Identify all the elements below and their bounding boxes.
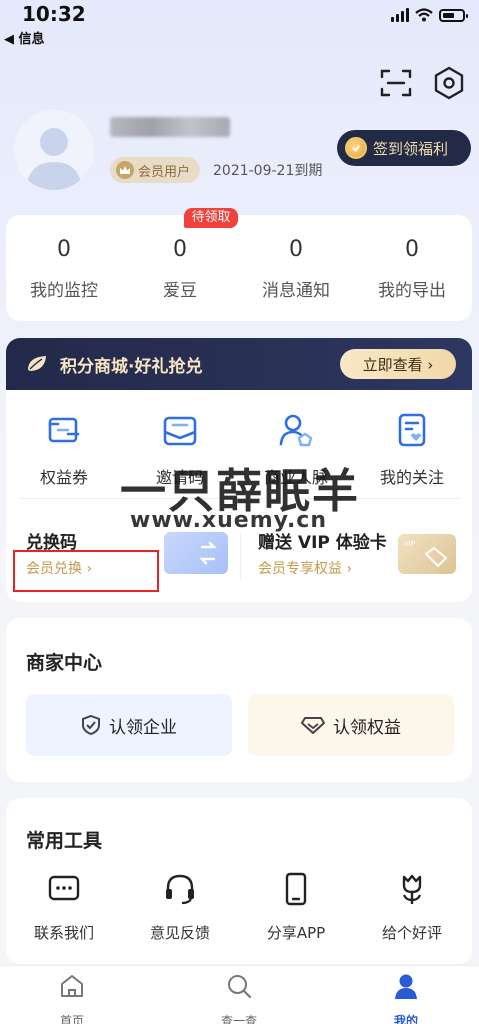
- tool-feedback[interactable]: 意见反馈: [122, 872, 238, 943]
- stat-my-exports[interactable]: 0 我的导出: [354, 215, 470, 301]
- signal-icon: [391, 8, 409, 22]
- grid-my-follows[interactable]: 我的关注: [354, 410, 470, 488]
- claim-company-button[interactable]: 认领企业: [26, 694, 232, 756]
- tab-home[interactable]: 首页: [22, 972, 122, 1024]
- username-blurred: [110, 117, 230, 137]
- exchange-icon: [199, 541, 217, 565]
- stat-label: 我的监控: [30, 281, 98, 301]
- vip-card-image: VIP: [398, 534, 456, 574]
- signin-label: 签到领福利: [373, 139, 449, 158]
- headset-icon: [166, 874, 194, 905]
- merchant-center-title: 商家中心: [26, 652, 103, 674]
- view-now-button[interactable]: 立即查看 ›: [340, 349, 456, 379]
- mail-icon: [163, 416, 197, 446]
- wifi-icon: [415, 8, 433, 22]
- common-tools-card: 常用工具 联系我们 意见反馈 分享APP 给个好评: [6, 798, 472, 964]
- tool-contact-us[interactable]: 联系我们: [6, 872, 122, 943]
- status-icons: [391, 8, 468, 22]
- claim-benefits-button[interactable]: 认领权益: [248, 694, 454, 756]
- profile-icon: [395, 974, 417, 999]
- signin-rewards-button[interactable]: 签到领福利: [337, 130, 471, 166]
- phone-icon: [285, 872, 307, 906]
- back-to-messages[interactable]: ◀ 信息: [4, 28, 45, 47]
- status-time: 10:32: [22, 2, 86, 26]
- stat-value: 0: [57, 237, 71, 262]
- shield-check-icon: [82, 714, 100, 736]
- chat-icon: [48, 875, 80, 901]
- vip-card-icon: VIP: [404, 541, 448, 568]
- member-label: 会员用户: [138, 164, 191, 180]
- tab-search[interactable]: 查一查: [189, 972, 289, 1024]
- redeem-card-image: [164, 532, 228, 574]
- common-tools-title: 常用工具: [26, 830, 103, 852]
- tool-label: 意见反馈: [149, 924, 210, 942]
- watermark-url: www.xuemy.cn: [130, 508, 328, 533]
- stat-value: 0: [289, 237, 303, 262]
- search-icon: [228, 975, 252, 999]
- tool-label: 联系我们: [33, 924, 94, 942]
- diamond-icon: [301, 717, 325, 734]
- settings-icon[interactable]: [432, 66, 466, 100]
- stats-card: 0 我的监控 0 爱豆 0 消息通知 0 我的导出: [6, 215, 472, 321]
- stat-label: 我的导出: [378, 281, 446, 301]
- tulip-icon: [402, 874, 422, 904]
- avatar-placeholder-icon: [14, 110, 94, 190]
- battery-icon: [439, 8, 468, 22]
- membership-expiry: 2021-09-21到期: [213, 163, 323, 179]
- avatar[interactable]: [14, 110, 94, 190]
- coupon-icon: [48, 417, 80, 443]
- tab-label: 我的: [393, 1014, 418, 1024]
- stat-value: 0: [173, 237, 187, 262]
- tool-label: 给个好评: [381, 924, 442, 942]
- tool-share-app[interactable]: 分享APP: [238, 872, 354, 943]
- member-badge: 会员用户: [110, 157, 201, 183]
- member-benefits-link[interactable]: 会员专享权益 ›: [258, 558, 352, 578]
- tab-mine[interactable]: 我的: [356, 972, 456, 1024]
- scan-icon[interactable]: [380, 68, 412, 98]
- vertical-divider: [240, 533, 241, 579]
- stat-my-monitor[interactable]: 0 我的监控: [6, 215, 122, 301]
- coin-icon: [345, 137, 367, 159]
- favorite-doc-icon: [398, 413, 426, 447]
- grid-label: 权益券: [39, 468, 88, 487]
- bottom-tab-bar: 首页 查一查 我的: [0, 965, 479, 1024]
- tool-label: 分享APP: [266, 924, 326, 942]
- svg-text:VIP: VIP: [404, 541, 416, 548]
- grid-coupon[interactable]: 权益券: [6, 410, 122, 488]
- mall-title: 积分商城·好礼抢兑: [60, 357, 203, 377]
- claim-benefits-label: 认领权益: [333, 717, 401, 738]
- contacts-icon: [279, 414, 313, 447]
- home-icon: [61, 975, 83, 997]
- claim-company-label: 认领企业: [109, 717, 177, 738]
- tool-rate-us[interactable]: 给个好评: [354, 872, 470, 943]
- stat-label: 消息通知: [262, 281, 330, 301]
- crown-icon: [116, 161, 134, 179]
- stat-value: 0: [405, 237, 419, 262]
- tab-label: 查一查: [220, 1014, 257, 1024]
- stat-notifications[interactable]: 0 消息通知: [238, 215, 354, 301]
- highlight-box: [13, 550, 159, 592]
- tab-label: 首页: [59, 1014, 84, 1024]
- merchant-center-card: 商家中心 认领企业 认领权益: [6, 618, 472, 782]
- leaf-icon: [28, 356, 46, 371]
- grid-label: 我的关注: [379, 468, 444, 487]
- stat-label: 爱豆: [163, 281, 197, 301]
- pending-claim-badge: 待领取: [184, 208, 238, 228]
